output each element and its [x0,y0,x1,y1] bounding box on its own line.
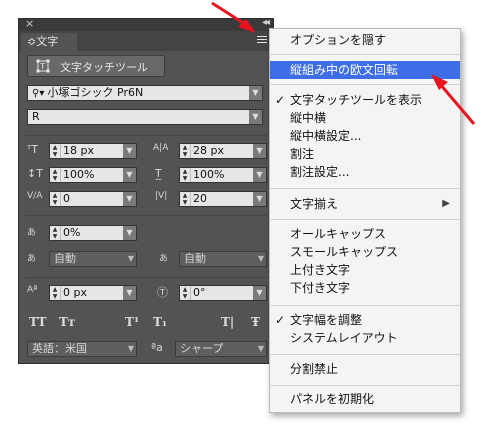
annotation-arrows [211,1,476,125]
arrow-to-menu-button [211,1,256,33]
arrow-to-highlighted-item [431,74,476,125]
